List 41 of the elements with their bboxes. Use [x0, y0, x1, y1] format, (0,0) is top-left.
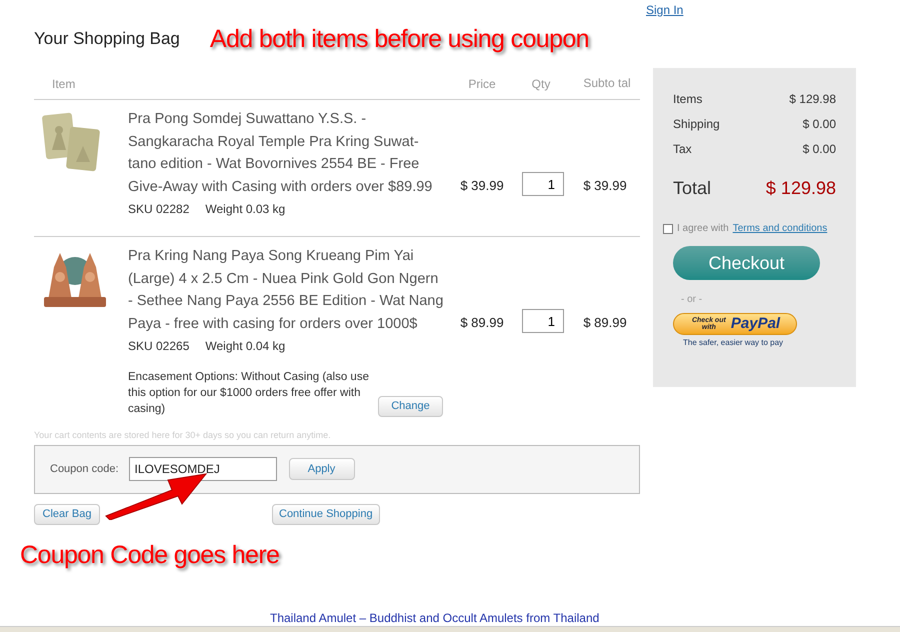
column-header: Subto tal	[582, 76, 632, 91]
price-cell-text: $ 89.99	[459, 314, 505, 332]
annotation-text: Add both items before using coupon	[210, 24, 589, 54]
summary-label: Shipping	[673, 116, 720, 133]
subtotal-cell-text: $ 39.99	[582, 177, 628, 195]
total-value: $ 129.98	[766, 176, 836, 200]
agree-text: I agree with	[677, 222, 729, 236]
product-name: Pra Kring Nang Paya Song Krueang Pim Yai (Large) 4 x 2.5 Cm - Nuea Pink Gold Gon Ngern - Sethee Nang Paya 2556 BE Edition - Wat Nang Paya - free with casing for orders over 1000$	[128, 247, 444, 334]
total-label: Total	[673, 176, 712, 200]
price-cell-text: $ 39.99	[459, 177, 505, 195]
coupon-label: Coupon code:	[50, 462, 118, 477]
subtotal-cell-text: $ 89.99	[582, 314, 628, 332]
quantity-field[interactable]: 1	[522, 309, 564, 333]
column-header: Qty	[530, 76, 552, 92]
continue-shopping-button[interactable]: Continue Shopping	[272, 504, 380, 524]
column-header: Item	[51, 76, 76, 92]
option-text: Encasement Options: Without Casing (also use this option for our $1000 orders free offer with casing)	[128, 370, 370, 417]
summary-value: $ 0.00	[802, 141, 836, 158]
apply-button[interactable]: Apply	[288, 458, 354, 480]
page-title: Your Shopping Bag	[34, 28, 180, 50]
terms-link[interactable]: Terms and conditions	[732, 221, 828, 236]
product-name: Pra Pong Somdej Suwattano Y.S.S. - Sangkaracha Royal Temple Pra Kring Suwat-tano edition - Wat Bovornives 2554 BE - Free Give-Away with Casing with orders over $89.99	[128, 110, 434, 196]
paypal-tagline: The safer, easier way to pay	[683, 337, 784, 349]
sign-in-link[interactable]: Sign In	[646, 1, 856, 68]
sku-text: SKU 02282	[128, 201, 190, 218]
clear-bag-button[interactable]: Clear Bag	[34, 504, 100, 524]
weight-text: Weight 0.03 kg	[205, 201, 286, 218]
summary-value: $ 129.98	[789, 91, 836, 108]
summary-value: $ 0.00	[802, 116, 836, 133]
or-text: - or -	[681, 293, 704, 307]
weight-text: Weight 0.04 kg	[205, 338, 286, 355]
coupon-field[interactable]: ILOVESOMDEJ	[128, 457, 276, 481]
sku-text: SKU 02265	[128, 338, 190, 355]
summary-label: Items	[673, 91, 702, 108]
checkout-button[interactable]: Checkout	[673, 246, 820, 280]
column-header: Price	[467, 76, 497, 92]
annotation-text: Coupon Code goes here	[20, 540, 280, 570]
quantity-field[interactable]: 1	[522, 172, 564, 196]
change-button[interactable]: Change	[378, 396, 443, 417]
footer-link[interactable]: Thailand Amulet – Buddhist and Occult Amulets from Thailand	[270, 609, 600, 627]
summary-label: Tax	[673, 141, 692, 158]
